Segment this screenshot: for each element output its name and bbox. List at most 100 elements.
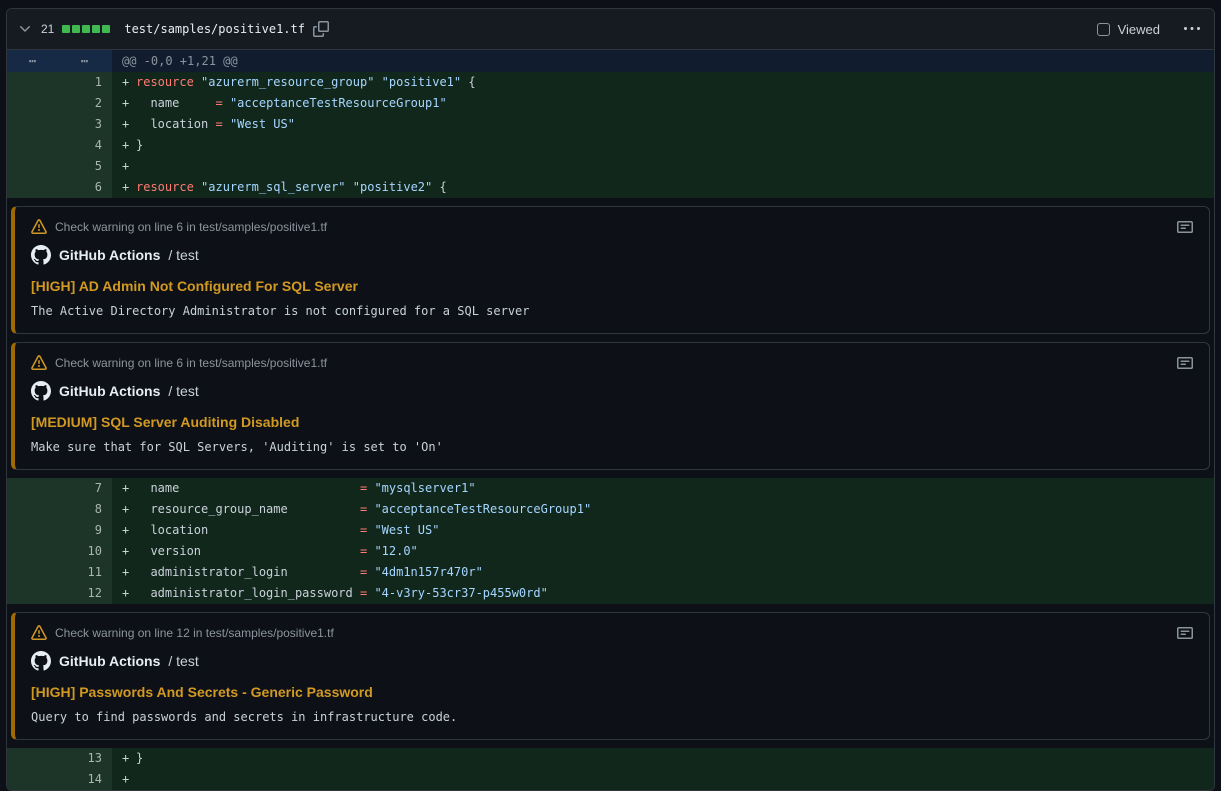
copy-path-icon[interactable] [313,21,329,37]
expand-diff-button[interactable]: ⋯ [7,50,59,72]
old-line-number-cell[interactable] [7,114,59,135]
diff-sign: + [122,520,136,541]
code-token: "West US" [374,523,439,537]
annotation-header-text: Check warning on line 6 in test/samples/… [55,356,327,370]
code-token: "positive1" [382,75,461,89]
new-line-number-cell[interactable]: 6 [59,177,112,198]
viewed-checkbox[interactable] [1097,23,1110,36]
annotation-source: GitHub Actions / test [31,245,1193,265]
code-cell: + location = "West US" [112,114,1214,135]
annotation-message: Query to find passwords and secrets in i… [31,710,1193,724]
warning-icon [31,625,47,641]
code-token: "azurerm_resource_group" [201,75,374,89]
old-line-number-cell[interactable] [7,177,59,198]
new-line-number-cell[interactable]: 12 [59,583,112,604]
code-token: "West US" [230,117,295,131]
new-line-number-cell[interactable]: 10 [59,541,112,562]
diff-sign: + [122,769,136,790]
code-token: = [215,117,222,131]
viewed-control[interactable]: Viewed [1097,22,1160,37]
old-line-number-cell[interactable] [7,478,59,499]
code-content: name = "acceptanceTestResourceGroup1" [136,93,447,114]
old-line-number-cell[interactable] [7,93,59,114]
code-token [194,180,201,194]
new-line-number-cell[interactable]: 13 [59,748,112,769]
annotation-source-name[interactable]: GitHub Actions [59,247,160,263]
diff-body: ⋯ ⋯ @@ -0,0 +1,21 @@ 1 + resource "azure… [7,50,1214,790]
old-line-number-cell[interactable] [7,72,59,93]
code-token: administrator_login_password [136,586,360,600]
new-line-number-cell[interactable]: 1 [59,72,112,93]
annotation-header-text: Check warning on line 6 in test/samples/… [55,220,327,234]
new-line-number-cell[interactable]: 3 [59,114,112,135]
annotation-message: Make sure that for SQL Servers, 'Auditin… [31,440,1193,454]
code-token [374,75,381,89]
old-line-number-cell[interactable] [7,583,59,604]
diff-line: 10 + version = "12.0" [7,541,1214,562]
expand-diff-button[interactable]: ⋯ [59,50,111,72]
diff-line: 3 + location = "West US" [7,114,1214,135]
annotation-source-name[interactable]: GitHub Actions [59,653,160,669]
annotation-note-icon[interactable] [1177,625,1193,641]
github-logo-icon [31,651,51,671]
code-content: administrator_login_password = "4-v3ry-5… [136,583,548,604]
warning-icon [31,219,47,235]
code-token: } [136,138,143,152]
diffstat-square [72,25,80,33]
new-line-number-cell[interactable]: 4 [59,135,112,156]
code-content: version = "12.0" [136,541,418,562]
check-annotation: Check warning on line 12 in test/samples… [11,612,1210,740]
diff-line: 11 + administrator_login = "4dm1n157r470… [7,562,1214,583]
old-line-number-cell[interactable] [7,769,59,790]
new-line-number-cell[interactable]: 8 [59,499,112,520]
old-line-number-cell[interactable] [7,748,59,769]
annotation-title: [HIGH] AD Admin Not Configured For SQL S… [31,278,1193,294]
old-line-number-cell[interactable] [7,135,59,156]
new-line-number-cell[interactable]: 7 [59,478,112,499]
code-token [194,75,201,89]
diff-sign: + [122,541,136,562]
diff-sign: + [122,562,136,583]
annotation-note-icon[interactable] [1177,219,1193,235]
new-line-number-cell[interactable]: 14 [59,769,112,790]
code-token: resource [136,75,194,89]
warning-icon [31,355,47,371]
new-line-number-cell[interactable]: 11 [59,562,112,583]
check-annotation: Check warning on line 6 in test/samples/… [11,206,1210,334]
new-line-number-cell[interactable]: 9 [59,520,112,541]
diffstat-square [92,25,100,33]
code-token: location [136,117,215,131]
diff-sign: + [122,177,136,198]
code-content: resource "azurerm_resource_group" "posit… [136,72,476,93]
code-cell: + resource_group_name = "acceptanceTestR… [112,499,1214,520]
changes-count: 21 [41,22,54,36]
code-cell: + resource "azurerm_sql_server" "positiv… [112,177,1214,198]
file-diff-card: 21 test/samples/positive1.tf Viewed ⋯ ⋯ … [6,8,1215,791]
diffstat-square [62,25,70,33]
code-token: "4dm1n157r470r" [374,565,482,579]
code-content: name = "mysqlserver1" [136,478,476,499]
annotation-source-name[interactable]: GitHub Actions [59,383,160,399]
old-line-number-cell[interactable] [7,562,59,583]
new-line-number-cell[interactable]: 2 [59,93,112,114]
code-cell: + administrator_login = "4dm1n157r470r" [112,562,1214,583]
old-line-number-cell[interactable] [7,541,59,562]
chevron-down-icon[interactable] [17,21,33,37]
old-line-number-cell[interactable] [7,156,59,177]
annotation-source: GitHub Actions / test [31,381,1193,401]
old-line-number-cell[interactable] [7,520,59,541]
annotation-note-icon[interactable] [1177,355,1193,371]
diff-sign: + [122,114,136,135]
diff-sign: + [122,93,136,114]
diff-sign: + [122,478,136,499]
file-header: 21 test/samples/positive1.tf Viewed [7,9,1214,50]
annotation-title: [MEDIUM] SQL Server Auditing Disabled [31,414,1193,430]
new-line-number-cell[interactable]: 5 [59,156,112,177]
code-cell: + } [112,135,1214,156]
kebab-menu-icon[interactable] [1184,21,1200,37]
old-line-number-cell[interactable] [7,499,59,520]
diff-sign: + [122,135,136,156]
code-cell: + location = "West US" [112,520,1214,541]
viewed-label: Viewed [1118,22,1160,37]
code-cell: + [112,769,1214,790]
